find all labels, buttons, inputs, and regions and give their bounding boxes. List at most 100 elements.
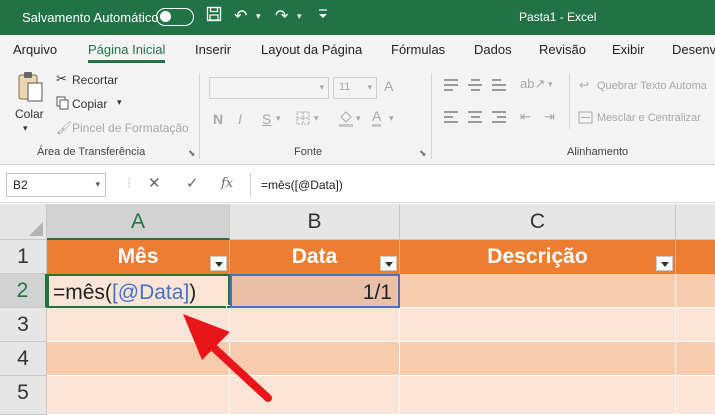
format-painter-icon: 🖌 [56, 120, 73, 135]
select-all-corner[interactable] [0, 204, 47, 240]
cell-c3[interactable] [400, 308, 676, 342]
row-header-1[interactable]: 1 [0, 240, 47, 274]
row-header-4[interactable]: 4 [0, 342, 47, 376]
tab-pagina-inicial[interactable]: Página Inicial [88, 42, 166, 63]
font-name-combo[interactable]: ▾ [209, 77, 329, 99]
tab-layout-da-pagina[interactable]: Layout da Página [261, 42, 362, 57]
italic-button[interactable]: I [238, 111, 242, 127]
tab-desenvolvedor[interactable]: Desenv [672, 42, 715, 57]
table-header-mes[interactable]: Mês [47, 240, 230, 274]
tab-exibir[interactable]: Exibir [612, 42, 645, 57]
fill-color-icon[interactable] [338, 109, 354, 130]
redo-icon[interactable]: ↷ [275, 6, 288, 26]
filter-dropdown-icon[interactable] [656, 256, 673, 271]
column-header-c[interactable]: C [400, 204, 676, 240]
table-header-data[interactable]: Data [230, 240, 400, 274]
cell-b3[interactable] [230, 308, 400, 342]
undo-dropdown-icon[interactable]: ▾ [256, 11, 261, 22]
autosave-toggle[interactable] [156, 8, 194, 26]
column-header-b[interactable]: B [230, 204, 400, 240]
merge-center-button[interactable]: Mesclar e Centralizar [597, 112, 701, 124]
align-middle-icon[interactable] [468, 79, 484, 91]
cell-c2[interactable] [400, 274, 676, 308]
align-top-icon[interactable] [444, 79, 460, 91]
cell-a4[interactable] [47, 342, 230, 376]
align-bottom-icon[interactable] [492, 79, 508, 91]
cell-d2[interactable] [676, 274, 715, 308]
underline-dropdown-icon[interactable]: ▾ [276, 113, 281, 124]
cancel-icon[interactable]: ✕ [148, 174, 161, 192]
paste-button[interactable]: Colar [15, 107, 44, 121]
row-header-3[interactable]: 3 [0, 308, 47, 342]
cut-button[interactable]: Recortar [72, 73, 118, 87]
group-divider [569, 73, 570, 129]
font-launcher-icon[interactable]: ⬊ [419, 148, 427, 159]
tab-dados[interactable]: Dados [474, 42, 512, 57]
cell-c5[interactable] [400, 376, 676, 415]
table-header-partial [676, 240, 715, 274]
cell-a2[interactable]: =mês([@Data]) [47, 274, 230, 308]
column-header-a[interactable]: A [47, 204, 230, 240]
fill-color-dropdown-icon[interactable]: ▾ [356, 113, 361, 124]
font-size-combo[interactable]: 11 ▾ [333, 77, 377, 99]
tab-inserir[interactable]: Inserir [195, 42, 231, 57]
copy-button[interactable]: Copiar [72, 97, 107, 111]
cell-a3[interactable] [47, 308, 230, 342]
borders-icon[interactable] [296, 111, 310, 128]
font-color-icon[interactable]: A [372, 109, 382, 127]
increase-indent-icon[interactable]: ⇥ [544, 109, 555, 125]
align-left-icon[interactable] [444, 111, 460, 123]
orientation-dropdown-icon[interactable]: ▾ [548, 79, 553, 90]
insert-function-icon[interactable]: fx [221, 176, 233, 191]
enter-icon[interactable]: ✓ [186, 174, 199, 192]
column-header-d[interactable] [676, 204, 715, 240]
formula-input[interactable]: =mês([@Data]) [250, 173, 710, 197]
cell-a5[interactable] [47, 376, 230, 415]
filter-dropdown-icon[interactable] [380, 256, 397, 271]
copy-icon [56, 96, 70, 113]
row-header-2[interactable]: 2 [0, 274, 47, 308]
name-box-value: B2 [13, 178, 28, 192]
align-center-icon[interactable] [468, 111, 484, 123]
formula-bar-splitter-icon[interactable]: ⋮ [124, 178, 134, 189]
table-header-descricao-label: Descrição [487, 245, 588, 268]
paste-icon[interactable] [16, 71, 44, 108]
cell-b5[interactable] [230, 376, 400, 415]
undo-icon[interactable]: ↶ [234, 6, 247, 26]
paste-dropdown-icon[interactable]: ▾ [23, 123, 28, 134]
group-divider [431, 73, 432, 159]
row-header-5[interactable]: 5 [0, 376, 47, 415]
decrease-indent-icon[interactable]: ⇤ [520, 109, 531, 125]
cell-d5[interactable] [676, 376, 715, 415]
bold-button[interactable]: N [213, 111, 223, 127]
grow-font-icon[interactable]: A [384, 78, 393, 94]
borders-dropdown-icon[interactable]: ▾ [314, 113, 319, 124]
cell-d4[interactable] [676, 342, 715, 376]
underline-button[interactable]: S [262, 111, 271, 127]
cell-b2[interactable]: 1/1 [230, 274, 400, 308]
format-painter-button[interactable]: Pincel de Formatação [72, 121, 189, 135]
cell-b4[interactable] [230, 342, 400, 376]
merge-center-icon [578, 111, 593, 127]
clipboard-group-label: Área de Transferência [37, 146, 146, 158]
font-color-dropdown-icon[interactable]: ▾ [389, 113, 394, 124]
name-box[interactable]: B2 ▾ [6, 173, 106, 197]
align-right-icon[interactable] [492, 111, 508, 123]
filter-dropdown-icon[interactable] [210, 256, 227, 271]
tab-formulas[interactable]: Fórmulas [391, 42, 445, 57]
group-divider [199, 73, 200, 159]
save-icon[interactable] [206, 6, 222, 27]
table-header-descricao[interactable]: Descrição [400, 240, 676, 274]
copy-dropdown-icon[interactable]: ▾ [117, 97, 122, 108]
clipboard-launcher-icon[interactable]: ⬊ [188, 148, 196, 159]
name-box-dropdown-icon[interactable]: ▾ [95, 179, 100, 190]
orientation-icon[interactable]: ab↗ [520, 76, 545, 92]
cell-a2-reference: [@Data] [111, 281, 190, 304]
customize-toolbar-icon[interactable] [318, 6, 328, 25]
cell-c4[interactable] [400, 342, 676, 376]
redo-dropdown-icon[interactable]: ▾ [297, 11, 302, 22]
cell-d3[interactable] [676, 308, 715, 342]
tab-revisao[interactable]: Revisão [539, 42, 586, 57]
wrap-text-button[interactable]: Quebrar Texto Automa [597, 80, 707, 92]
tab-arquivo[interactable]: Arquivo [13, 42, 57, 57]
